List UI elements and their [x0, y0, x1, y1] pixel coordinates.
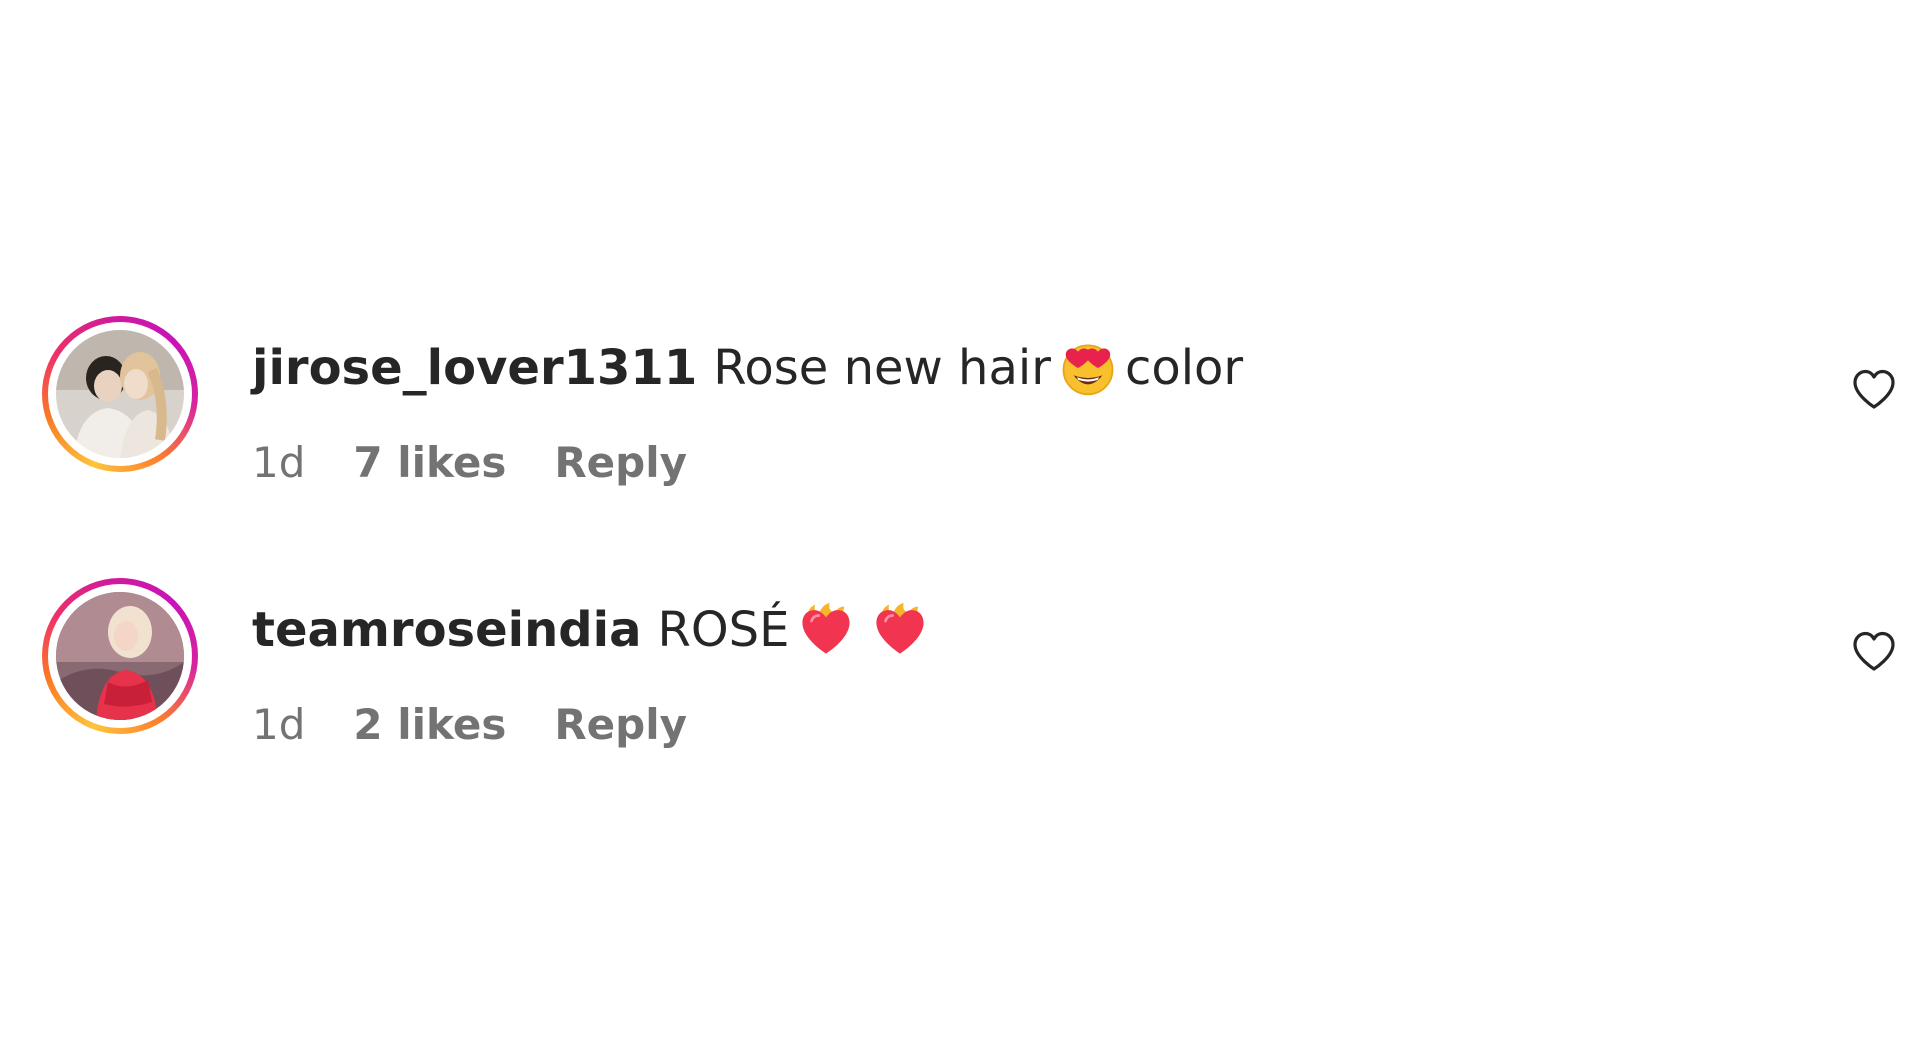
heart-on-fire-icon	[797, 601, 855, 659]
comment-text: Rose new hair color	[713, 338, 1243, 398]
comment-body: jirose_lover1311 Rose new hair color 1d …	[252, 338, 1243, 487]
comment-age: 1d	[252, 700, 306, 749]
like-heart-icon[interactable]	[1850, 628, 1898, 676]
comment-likes-count[interactable]: 2 likes	[353, 700, 506, 749]
like-heart-icon[interactable]	[1850, 366, 1898, 414]
comment-item: jirose_lover1311 Rose new hair color 1d …	[42, 316, 1898, 487]
comment-age: 1d	[252, 438, 306, 487]
avatar-story-ring[interactable]	[42, 578, 198, 734]
comment-text-part: color	[1124, 340, 1244, 396]
comment-line: teamroseindia ROSÉ	[252, 600, 937, 660]
comment-item: teamroseindia ROSÉ 1d 2 likes Reply	[42, 578, 1898, 749]
reply-button[interactable]: Reply	[554, 700, 687, 749]
comment-meta: 1d 2 likes Reply	[252, 700, 937, 749]
comment-text: ROSÉ	[658, 600, 938, 660]
avatar[interactable]	[56, 330, 184, 458]
comment-username[interactable]: jirose_lover1311	[252, 338, 697, 398]
comment-username[interactable]: teamroseindia	[252, 600, 642, 660]
heart-on-fire-icon	[871, 601, 929, 659]
smiling-face-with-heart-eyes-icon	[1059, 339, 1117, 397]
avatar-story-ring[interactable]	[42, 316, 198, 472]
comment-text-part: ROSÉ	[657, 602, 790, 658]
comment-line: jirose_lover1311 Rose new hair color	[252, 338, 1243, 398]
comment-body: teamroseindia ROSÉ 1d 2 likes Reply	[252, 600, 937, 749]
woman-in-red-dress-avatar	[56, 592, 184, 720]
couple-photo-avatar	[56, 330, 184, 458]
avatar[interactable]	[56, 592, 184, 720]
reply-button[interactable]: Reply	[554, 438, 687, 487]
comment-text-part: Rose new hair	[713, 340, 1051, 396]
comment-likes-count[interactable]: 7 likes	[353, 438, 506, 487]
comment-meta: 1d 7 likes Reply	[252, 438, 1243, 487]
